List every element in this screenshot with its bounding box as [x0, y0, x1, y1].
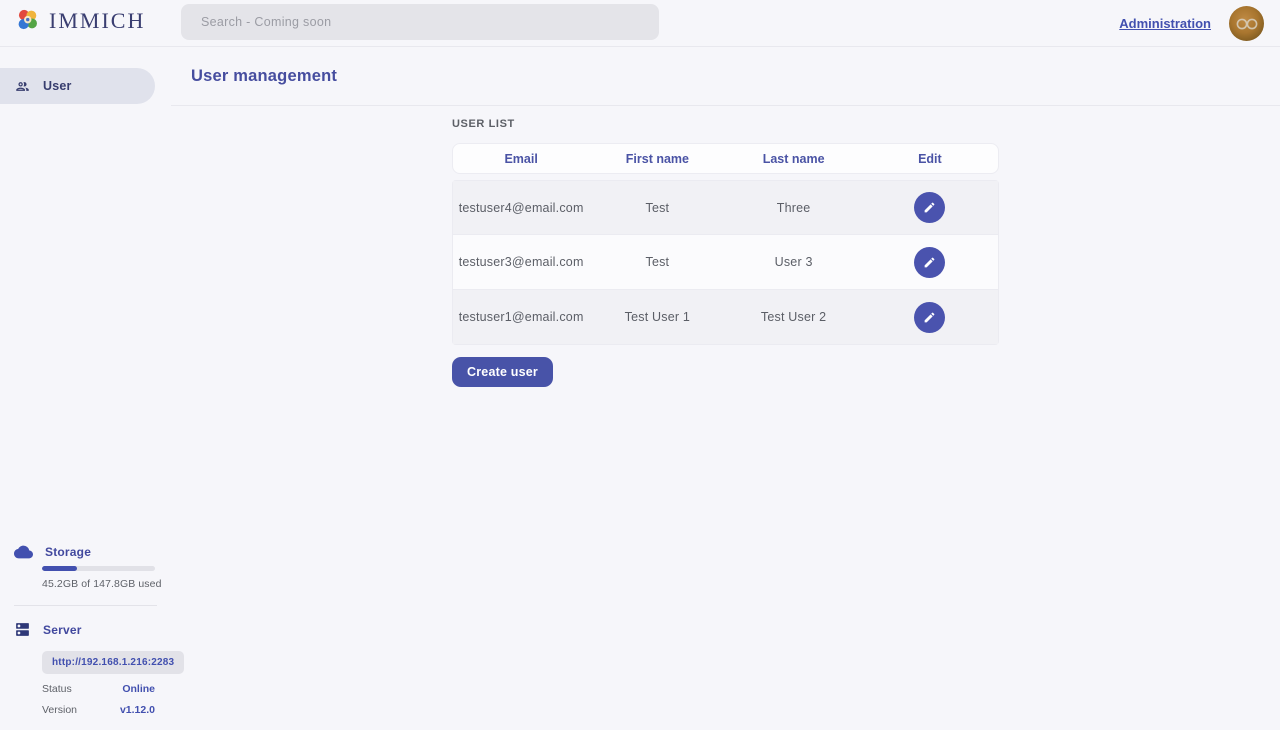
pencil-icon — [923, 201, 936, 214]
server-heading: Server — [0, 621, 171, 638]
cell-email: testuser4@email.com — [453, 201, 589, 215]
storage-title: Storage — [45, 545, 91, 559]
storage-progress-bar — [42, 566, 155, 571]
cell-email: testuser1@email.com — [453, 310, 589, 324]
page-title-bar: User management — [171, 47, 1280, 106]
table-row: testuser1@email.com Test User 1 Test Use… — [452, 290, 999, 345]
cell-last-name: Test User 2 — [726, 310, 862, 324]
server-icon — [14, 621, 31, 638]
version-label: Version — [42, 704, 77, 716]
server-url-badge: http://192.168.1.216:2283 — [42, 651, 184, 674]
main-content: User management USER LIST Email First na… — [171, 47, 1280, 730]
status-value: Online — [122, 683, 155, 695]
edit-user-button[interactable] — [914, 302, 945, 333]
storage-heading: Storage — [0, 545, 171, 559]
sidebar-divider — [14, 605, 157, 606]
cell-first-name: Test — [589, 255, 725, 269]
sidebar-item-label: User — [43, 79, 72, 93]
user-list-label: USER LIST — [452, 118, 999, 130]
storage-usage-text: 45.2GB of 147.8GB used — [42, 578, 171, 590]
table-row: testuser4@email.com Test Three — [452, 180, 999, 235]
server-status-row: Status Online — [42, 683, 155, 695]
create-user-button[interactable]: Create user — [452, 357, 553, 387]
immich-logo: IMMICH — [14, 7, 145, 34]
server-version-row: Version v1.12.0 — [42, 704, 155, 716]
pencil-icon — [923, 311, 936, 324]
cell-first-name: Test — [589, 201, 725, 215]
group-icon — [15, 79, 30, 94]
cloud-icon — [14, 545, 33, 559]
cell-first-name: Test User 1 — [589, 310, 725, 324]
table-row: testuser3@email.com Test User 3 — [452, 235, 999, 290]
user-table: testuser4@email.com Test Three testuser3… — [452, 180, 999, 345]
glasses-image-detail — [1236, 18, 1258, 30]
column-header-last-name: Last name — [726, 152, 862, 166]
edit-user-button[interactable] — [914, 192, 945, 223]
search-input[interactable] — [181, 4, 659, 40]
pencil-icon — [923, 256, 936, 269]
immich-flower-icon — [14, 7, 41, 34]
status-label: Status — [42, 683, 72, 695]
sidebar-item-user[interactable]: User — [0, 68, 155, 104]
server-title: Server — [43, 623, 82, 637]
cell-last-name: Three — [726, 201, 862, 215]
cell-email: testuser3@email.com — [453, 255, 589, 269]
table-header-row: Email First name Last name Edit — [452, 143, 999, 174]
page-title: User management — [191, 67, 337, 86]
user-avatar[interactable] — [1229, 6, 1264, 41]
column-header-email: Email — [453, 152, 589, 166]
column-header-first-name: First name — [589, 152, 725, 166]
sidebar-status-panel: Storage 45.2GB of 147.8GB used Server ht… — [0, 545, 171, 730]
edit-user-button[interactable] — [914, 247, 945, 278]
brand-wordmark: IMMICH — [49, 8, 145, 34]
administration-link[interactable]: Administration — [1119, 16, 1211, 31]
storage-progress-fill — [42, 566, 77, 571]
cell-last-name: User 3 — [726, 255, 862, 269]
sidebar: User Storage 45.2GB of 147.8GB used Serv… — [0, 47, 171, 730]
column-header-edit: Edit — [862, 152, 998, 166]
version-value: v1.12.0 — [120, 704, 155, 716]
top-header: IMMICH Administration — [0, 0, 1280, 47]
